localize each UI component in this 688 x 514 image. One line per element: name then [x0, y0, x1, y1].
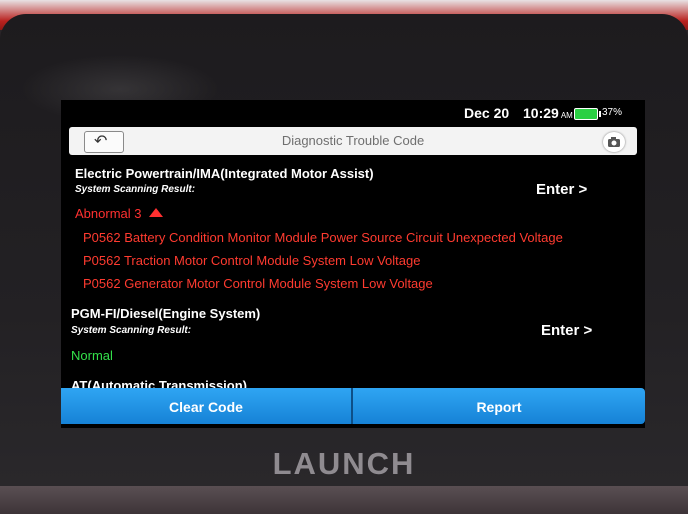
status-normal: Normal: [71, 348, 113, 363]
status-abnormal-text: Abnormal 3: [75, 206, 142, 221]
system-title-transmission: AT(Automatic Transmission): [71, 378, 248, 388]
scan-result-label: System Scanning Result:: [75, 184, 196, 195]
scan-result-label: System Scanning Result:: [71, 325, 192, 336]
scan-result-list[interactable]: Electric Powertrain/IMA(Integrated Motor…: [61, 162, 645, 388]
status-time: 10:29 AM: [523, 105, 573, 121]
status-abnormal[interactable]: Abnormal 3: [75, 206, 164, 221]
launch-logo: LAUNCH: [272, 446, 416, 481]
enter-button-engine[interactable]: Enter >: [541, 322, 592, 339]
device-casing-bottom: [0, 486, 688, 514]
clear-code-button[interactable]: Clear Code: [61, 388, 351, 424]
screenshot-button[interactable]: [597, 129, 631, 153]
battery-icon: [574, 108, 601, 120]
collapse-triangle-icon: [149, 208, 164, 217]
enter-button-ima[interactable]: Enter >: [536, 181, 587, 198]
screen: Dec 20 10:29 AM 37% ↶ Diagnostic Trouble …: [61, 100, 645, 428]
report-button[interactable]: Report: [353, 388, 645, 424]
title-bar: ↶ Diagnostic Trouble Code: [69, 127, 637, 155]
status-ampm: AM: [560, 111, 573, 120]
camera-icon: [603, 132, 625, 152]
battery-percent: 37%: [602, 107, 623, 118]
action-bar: Clear Code Report: [61, 388, 645, 424]
dtc-item: P0562 Battery Condition Monitor Module P…: [83, 230, 563, 245]
system-title-ima: Electric Powertrain/IMA(Integrated Motor…: [75, 166, 374, 181]
dtc-item: P0562 Generator Motor Control Module Sys…: [83, 276, 433, 291]
status-date: Dec 20: [464, 105, 510, 121]
status-time-value: 10:29: [523, 105, 559, 121]
page-title: Diagnostic Trouble Code: [281, 133, 425, 148]
system-title-engine: PGM-FI/Diesel(Engine System): [71, 306, 261, 321]
status-bar: Dec 20 10:29 AM 37%: [61, 100, 645, 126]
dtc-item: P0562 Traction Motor Control Module Syst…: [83, 253, 421, 268]
